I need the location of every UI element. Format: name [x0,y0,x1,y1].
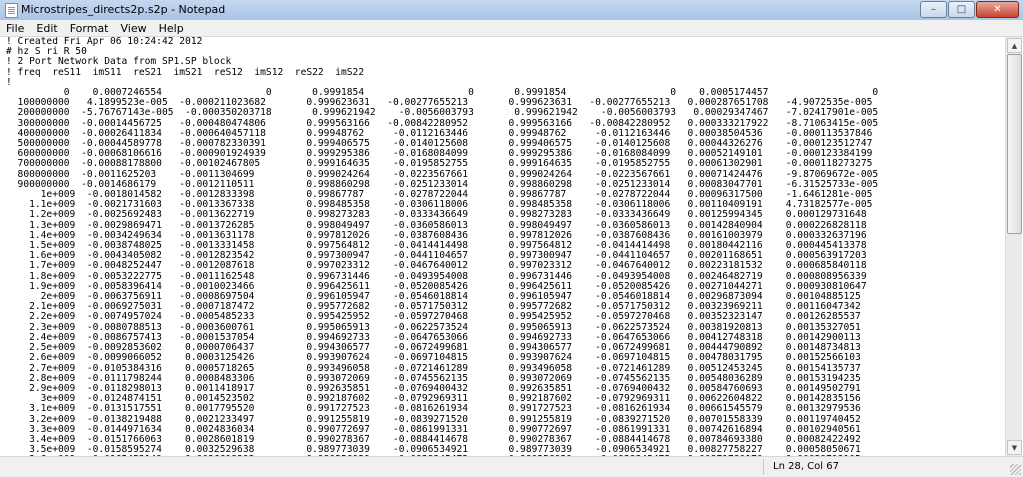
file-text-content[interactable]: ! Created Fri Apr 06 10:24:42 2012 # hz … [2,37,1005,456]
menu-bar: File Edit Format View Help [0,20,1023,37]
status-divider [763,459,764,475]
menu-view[interactable]: View [115,22,153,35]
notepad-window: Microstripes_directs2p.s2p - Notepad – □… [0,0,1023,477]
scrollbar-thumb[interactable] [1007,54,1022,234]
text-editor[interactable]: ! Created Fri Apr 06 10:24:42 2012 # hz … [2,37,1005,456]
cursor-position: Ln 28, Col 67 [773,461,839,472]
menu-file[interactable]: File [0,22,30,35]
resize-grip-icon[interactable] [1010,464,1021,475]
window-controls: – □ ✕ [920,1,1019,19]
scroll-up-icon[interactable]: ▲ [1007,38,1022,53]
close-button[interactable]: ✕ [976,1,1019,18]
menu-edit[interactable]: Edit [30,22,63,35]
minimize-button[interactable]: – [920,1,947,18]
menu-format[interactable]: Format [64,22,115,35]
title-bar[interactable]: Microstripes_directs2p.s2p - Notepad – □… [0,0,1023,21]
menu-help[interactable]: Help [153,22,190,35]
maximize-button[interactable]: □ [948,1,975,18]
notepad-app-icon [5,3,18,18]
scroll-down-icon[interactable]: ▼ [1007,440,1022,455]
status-bar: Ln 28, Col 67 [0,456,1023,477]
window-title: Microstripes_directs2p.s2p - Notepad [21,3,226,16]
vertical-scrollbar[interactable]: ▲ ▼ [1005,37,1022,456]
